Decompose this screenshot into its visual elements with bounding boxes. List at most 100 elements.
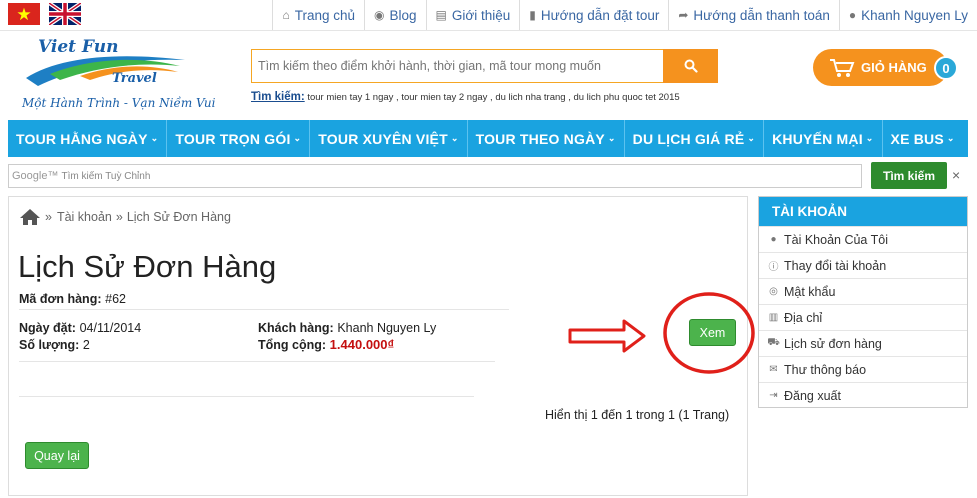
search-icon [684,59,698,73]
search-button[interactable] [663,49,718,83]
toplink-label: Khanh Nguyen Ly [861,7,968,23]
breadcrumb-order-history[interactable]: Lịch Sử Đơn Hàng [127,210,231,224]
chevron-down-icon: ⌄ [150,133,159,143]
toplink-user-account[interactable]: ● Khanh Nguyen Ly [838,0,977,30]
divider [19,396,474,397]
sidebar-item-label: Lịch sử đơn hàng [784,336,882,351]
total-value: 1.440.000₫ [329,337,395,352]
customer-value: Khanh Nguyen Ly [337,321,437,335]
list-icon: ▤ [435,8,447,22]
nav-label: DU LỊCH GIÁ RẺ [632,130,745,147]
share-icon: ➦ [678,8,689,22]
popular-searches-terms[interactable]: tour mien tay 1 ngay , tour mien tay 2 n… [305,92,679,103]
eye-slash-icon: ◎ [769,286,778,297]
chevron-down-icon: ⌄ [293,133,302,143]
popular-searches-label: Tìm kiếm: [251,91,305,103]
sidebar-item-my-account[interactable]: ● Tài Khoản Của Tôi [759,226,967,252]
order-id-label: Mã đơn hàng: [19,292,102,306]
sidebar-list: ● Tài Khoản Của Tôi ⓘ Thay đổi tài khoản ◎… [759,226,967,408]
page-title: Lịch Sử Đơn Hàng [18,249,277,284]
nav-label: TOUR THEO NGÀY [475,130,605,147]
sidebar-item-label: Địa chỉ [784,310,823,325]
user-icon: ● [770,234,777,245]
main-nav: TOUR HẰNG NGÀY ⌄ TOUR TRỌN GÓI ⌄ TOUR XUYÊ… [8,120,968,157]
logo-title: Viet Fun [38,37,118,57]
order-qty-row: Số lượng: 2 [19,337,90,352]
english-flag-icon[interactable] [49,3,81,25]
vietnamese-flag-icon[interactable]: ★ [8,3,40,25]
toplink-label: Hướng dẫn thanh toán [693,7,830,23]
cart-button[interactable]: GIỎ HÀNG [813,49,948,86]
sidebar-item-label: Mật khẩu [784,284,836,299]
chevron-down-icon: ⌄ [865,133,874,143]
google-logo: Google™ [12,170,59,182]
nav-tour-theo-ngay[interactable]: TOUR THEO NGÀY ⌄ [468,120,625,157]
sidebar-item-label: Thư thông báo [784,362,867,377]
sidebar-item-order-history[interactable]: ⛟ Lịch sử đơn hàng [759,330,967,356]
order-date-row: Ngày đặt: 04/11/2014 [19,320,141,335]
back-button[interactable]: Quay lại [25,442,89,469]
breadcrumb-separator: » [45,210,52,224]
order-id-row: Mã đơn hàng: #62 [19,291,126,306]
breadcrumb: » Tài khoản » Lịch Sử Đơn Hàng [19,208,231,226]
sidebar-item-label: Thay đổi tài khoản [784,258,887,273]
sidebar-item-logout[interactable]: ⇥ Đăng xuất [759,382,967,408]
toplink-booking-guide[interactable]: ▮ Hướng dẫn đặt tour [519,0,668,30]
popular-searches: Tìm kiếm: tour mien tay 1 ngay , tour mi… [251,91,680,103]
custom-search-input[interactable]: Google™ Tìm kiếm Tuỳ Chỉnh [8,164,862,188]
info-icon: ⓘ [768,262,779,273]
envelope-icon: ✉ [769,364,778,375]
home-icon[interactable] [19,208,41,226]
cart-count-badge: 0 [934,56,958,80]
top-divider [0,30,977,31]
toplink-label: Giới thiệu [451,7,511,23]
nav-khuyen-mai[interactable]: KHUYẾN MẠI ⌄ [764,120,883,157]
toplink-payment-guide[interactable]: ➦ Hướng dẫn thanh toán [668,0,839,30]
globe-icon: ◉ [374,8,385,22]
nav-tour-tron-goi[interactable]: TOUR TRỌN GÓI ⌄ [167,120,311,157]
sidebar-item-edit-account[interactable]: ⓘ Thay đổi tài khoản [759,252,967,278]
cart-label: GIỎ HÀNG [861,60,927,75]
order-qty-label: Số lượng: [19,338,80,352]
order-qty-value: 2 [82,338,90,352]
toplink-blog[interactable]: ◉ Blog [364,0,426,30]
sidebar-item-newsletter[interactable]: ✉ Thư thông báo [759,356,967,382]
customer-label: Khách hàng: [258,321,334,335]
order-id-value: #62 [105,292,126,306]
sidebar-title: TÀI KHOẢN [759,197,967,226]
logo-subtitle: Travel [112,71,157,86]
custom-search-button[interactable]: Tìm kiếm [871,162,947,189]
home-icon: ⌂ [282,8,290,22]
nav-du-lich-gia-re[interactable]: DU LỊCH GIÁ RẺ ⌄ [625,120,765,157]
nav-xe-bus[interactable]: XE BUS ⌄ [883,120,963,157]
toplink-home[interactable]: ⌂ Trang chủ [272,0,364,30]
chevron-down-icon: ⌄ [946,133,955,143]
breadcrumb-account[interactable]: Tài khoản [57,210,112,224]
sidebar-item-password[interactable]: ◎ Mật khẩu [759,278,967,304]
close-icon[interactable]: × [952,167,960,183]
nav-label: TOUR HẰNG NGÀY [16,130,148,147]
sign-out-icon: ⇥ [769,390,778,401]
total-row: Tổng cộng: 1.440.000₫ [258,337,394,352]
nav-label: KHUYẾN MẠI [772,130,863,147]
logo-slogan: Một Hành Trình - Vạn Niềm Vui [22,96,216,110]
tour-search-input[interactable] [251,49,663,83]
sidebar-item-address[interactable]: ▥ Địa chỉ [759,304,967,330]
top-links-bar: ⌂ Trang chủ ◉ Blog ▤ Giới thiệu ▮ Hướng dẫn … [272,0,977,30]
book-icon: ▥ [768,312,779,323]
total-label: Tổng cộng: [258,338,327,352]
bookmark-icon: ▮ [529,8,536,22]
nav-tour-xuyen-viet[interactable]: TOUR XUYÊN VIỆT ⌄ [310,120,468,157]
toplink-about[interactable]: ▤ Giới thiệu [425,0,520,30]
divider [19,309,509,310]
pagination-info: Hiển thị 1 đến 1 trong 1 (1 Trang) [545,408,730,422]
customer-row: Khách hàng: Khanh Nguyen Ly [258,320,436,335]
nav-tour-hang-ngay[interactable]: TOUR HẰNG NGÀY ⌄ [8,120,168,157]
right-arrow-icon [568,319,646,353]
nav-label: TOUR XUYÊN VIỆT [318,130,448,147]
view-order-button[interactable]: Xem [689,319,736,346]
chevron-down-icon: ⌄ [450,133,459,143]
sidebar-item-label: Tài Khoản Của Tôi [784,232,888,247]
cart-icon [830,58,855,77]
sidebar-item-label: Đăng xuất [784,388,841,403]
